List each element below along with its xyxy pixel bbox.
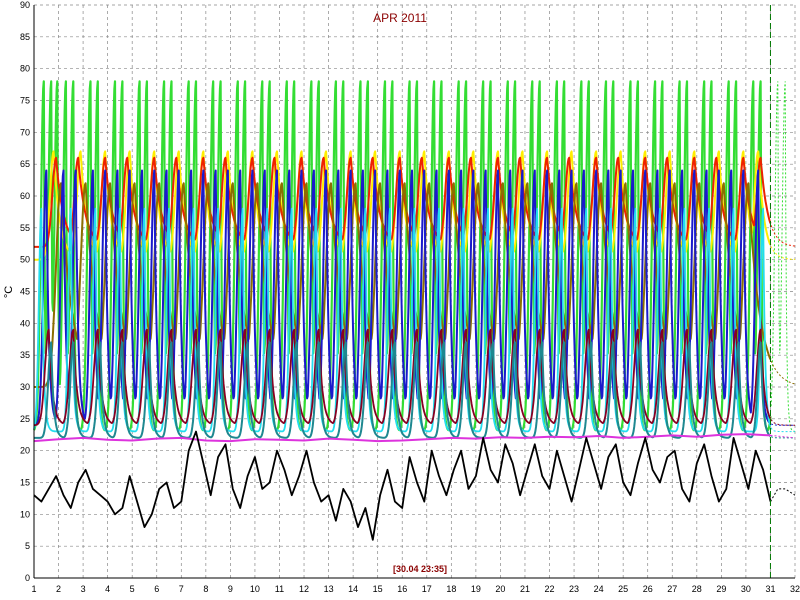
x-tick-label: 29: [716, 584, 726, 594]
y-tick-label: 20: [20, 446, 30, 456]
x-tick-label: 32: [790, 584, 800, 594]
y-tick-label: 15: [20, 478, 30, 488]
chart-title: APR 2011: [373, 11, 427, 25]
x-tick-label: 31: [765, 584, 775, 594]
x-tick-label: 23: [569, 584, 579, 594]
y-tick-label: 25: [20, 414, 30, 424]
cursor-timestamp: [30.04 23:35]: [393, 564, 447, 574]
temperature-chart: 0510152025303540455055606570758085901 2 3 4…: [0, 0, 800, 600]
x-tick-label: 28: [692, 584, 702, 594]
x-tick-label: 6: [154, 584, 159, 594]
y-tick-label: 50: [20, 255, 30, 265]
x-tick-label: 22: [545, 584, 555, 594]
x-tick-label: 25: [618, 584, 628, 594]
y-tick-label: 80: [20, 64, 30, 74]
x-tick-label: 19: [471, 584, 481, 594]
x-tick-label: 9: [228, 584, 233, 594]
y-tick-label: 10: [20, 509, 30, 519]
y-axis-label: °C: [3, 286, 15, 298]
y-tick-label: 60: [20, 191, 30, 201]
x-tick-label: 1: [31, 584, 36, 594]
y-tick-label: 0: [25, 573, 30, 583]
x-tick-label: 18: [446, 584, 456, 594]
x-tick-label: 16: [397, 584, 407, 594]
y-tick-label: 40: [20, 318, 30, 328]
x-tick-label: 30: [741, 584, 751, 594]
y-tick-label: 5: [25, 541, 30, 551]
y-tick-label: 90: [20, 0, 30, 10]
x-tick-label: 12: [299, 584, 309, 594]
y-tick-label: 35: [20, 350, 30, 360]
y-tick-label: 30: [20, 382, 30, 392]
x-tick-label: 7: [179, 584, 184, 594]
x-tick-label: 3: [81, 584, 86, 594]
x-tick-label: 14: [348, 584, 358, 594]
x-tick-label: 20: [495, 584, 505, 594]
x-tick-label: 5: [130, 584, 135, 594]
y-tick-label: 65: [20, 159, 30, 169]
y-tick-label: 70: [20, 127, 30, 137]
y-tick-label: 55: [20, 223, 30, 233]
x-tick-label: 13: [324, 584, 334, 594]
x-tick-label: 8: [203, 584, 208, 594]
x-tick-label: 17: [422, 584, 432, 594]
y-tick-label: 75: [20, 96, 30, 106]
x-tick-label: 11: [275, 584, 284, 594]
x-tick-label: 4: [105, 584, 110, 594]
x-tick-label: 21: [520, 584, 530, 594]
x-tick-label: 2: [56, 584, 61, 594]
x-tick-label: 10: [250, 584, 260, 594]
chart-container: 0 5 10 15 20 25 30 35 40 45 50 55 60 65 70 75 80 85 90 1 2 3 4…: [0, 0, 800, 600]
x-tick-label: 27: [667, 584, 677, 594]
y-tick-label: 85: [20, 32, 30, 42]
y-tick-label: 45: [20, 287, 30, 297]
x-tick-label: 26: [643, 584, 653, 594]
x-tick-label: 24: [594, 584, 604, 594]
x-tick-label: 15: [373, 584, 383, 594]
